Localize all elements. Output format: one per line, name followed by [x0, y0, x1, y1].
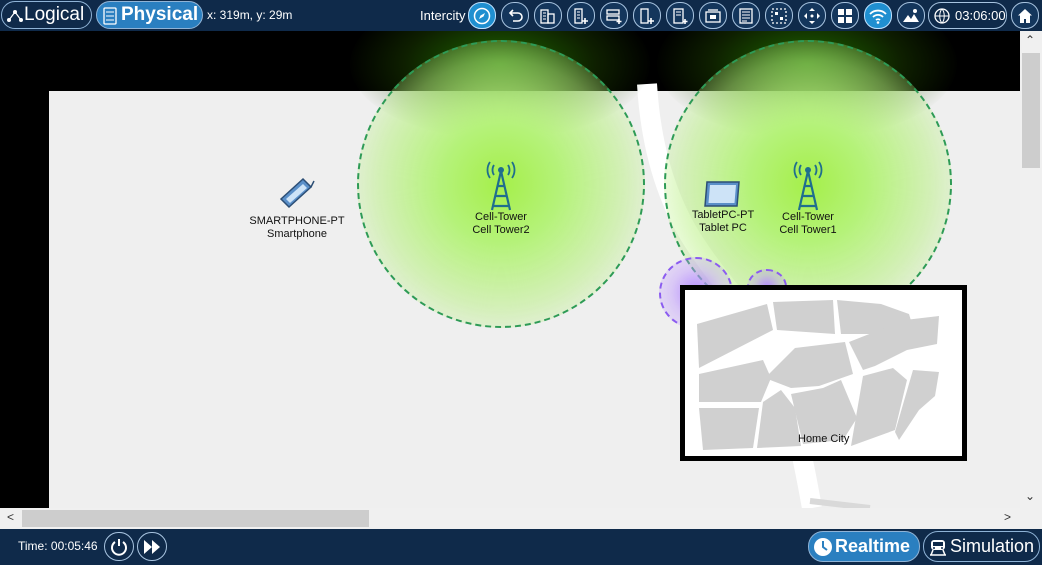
cluster-icon — [771, 7, 787, 24]
clock-time: 03:06:00 — [955, 8, 1006, 23]
move-icon — [804, 7, 820, 24]
navigation-icon — [473, 7, 491, 24]
home-icon — [1018, 8, 1032, 23]
device-type: Cell-Tower — [475, 211, 527, 223]
smartphone-device[interactable]: SMARTPHONE-PT Smartphone — [240, 175, 354, 241]
realtime-label: Realtime — [835, 536, 911, 556]
scroll-down-icon[interactable]: ⌄ — [1025, 489, 1035, 503]
location-breadcrumb[interactable]: Intercity — [420, 8, 466, 23]
move-object-icon — [673, 7, 688, 24]
cell-tower-icon — [486, 161, 516, 211]
new-rack-button[interactable] — [600, 2, 628, 29]
back-icon — [508, 8, 523, 22]
grid-button[interactable] — [831, 2, 859, 29]
simulation-icon — [930, 540, 946, 556]
set-background-button[interactable] — [699, 2, 727, 29]
bottom-toolbar: Time: 00:05:46 Realtime Simulation — [0, 529, 1042, 565]
time-zone-icon — [934, 8, 950, 24]
device-name: Cell Tower2 — [472, 224, 530, 236]
smartphone-icon — [279, 177, 315, 209]
physical-workspace[interactable]: SMARTPHONE-PT Smartphone Cell-Tower Cell… — [0, 31, 1020, 508]
cell-tower2[interactable]: Cell-Tower Cell Tower2 — [456, 161, 546, 237]
logical-view-icon — [7, 10, 23, 22]
reset-time-button[interactable] — [104, 532, 134, 561]
device-type: SMARTPHONE-PT — [249, 215, 345, 227]
realtime-mode-button[interactable]: Realtime — [808, 531, 920, 562]
new-city-button[interactable] — [567, 2, 595, 29]
edit-grid-button[interactable] — [732, 2, 760, 29]
new-city-icon — [574, 7, 588, 24]
new-rack-icon — [606, 8, 622, 24]
cursor-coordinates: x: 319m, y: 29m — [207, 8, 293, 22]
tab-physical[interactable]: Physical — [96, 1, 203, 29]
edit-grid-icon — [739, 7, 753, 24]
device-name: Tablet PC — [699, 222, 747, 234]
device-name: Cell Tower1 — [779, 224, 837, 236]
wireless-icon — [869, 9, 887, 24]
grid-icon — [838, 8, 852, 23]
tab-physical-label: Physical — [121, 4, 199, 25]
cell-tower-icon — [793, 161, 823, 211]
device-type: Cell-Tower — [782, 211, 834, 223]
simulation-mode-button[interactable]: Simulation — [923, 531, 1040, 562]
move-button[interactable] — [798, 2, 826, 29]
new-building-icon — [540, 8, 555, 24]
home-button[interactable] — [1011, 2, 1039, 29]
scroll-corner — [1020, 508, 1042, 529]
wireless-button[interactable] — [864, 2, 892, 29]
clock-display[interactable]: 03:06:00 — [928, 2, 1007, 29]
vertical-scroll-thumb[interactable] — [1022, 53, 1040, 168]
tablet-device[interactable]: TabletPC-PT Tablet PC — [680, 179, 766, 235]
new-closet-button[interactable] — [633, 2, 661, 29]
fast-forward-icon — [144, 539, 160, 554]
background-image-button[interactable] — [897, 2, 925, 29]
horizontal-scroll-thumb[interactable] — [22, 510, 369, 527]
back-button[interactable] — [501, 2, 529, 29]
cluster-button[interactable] — [765, 2, 793, 29]
tab-logical[interactable]: Logical — [1, 1, 92, 29]
realtime-clock-icon — [814, 538, 832, 556]
physical-view-icon — [103, 7, 117, 25]
city-map-icon — [697, 300, 939, 450]
set-background-icon — [705, 8, 721, 23]
simulation-time: Time: 00:05:46 — [18, 539, 98, 553]
scroll-right-icon[interactable]: > — [1004, 510, 1011, 524]
move-object-button[interactable] — [666, 2, 694, 29]
power-cycle-icon — [111, 538, 127, 556]
device-name: Smartphone — [267, 228, 327, 240]
top-toolbar: Logical Physical x: 319m, y: 29m Interci… — [0, 0, 1042, 31]
scroll-up-icon[interactable]: ⌃ — [1025, 33, 1035, 47]
tab-logical-label: Logical — [24, 4, 85, 25]
navigation-button[interactable] — [468, 2, 496, 29]
new-building-button[interactable] — [534, 2, 562, 29]
scroll-left-icon[interactable]: < — [7, 510, 14, 524]
fast-forward-button[interactable] — [137, 532, 167, 561]
simulation-label: Simulation — [950, 536, 1035, 556]
horizontal-scrollbar[interactable]: < > — [0, 508, 1020, 529]
cell-tower1[interactable]: Cell-Tower Cell Tower1 — [763, 161, 853, 237]
device-type: TabletPC-PT — [691, 209, 755, 221]
vertical-scrollbar[interactable]: ⌃ ⌄ — [1020, 31, 1042, 508]
city-label: Home City — [798, 433, 850, 445]
new-closet-icon — [640, 7, 654, 24]
tablet-icon — [704, 181, 740, 207]
background-image-icon — [903, 8, 919, 22]
